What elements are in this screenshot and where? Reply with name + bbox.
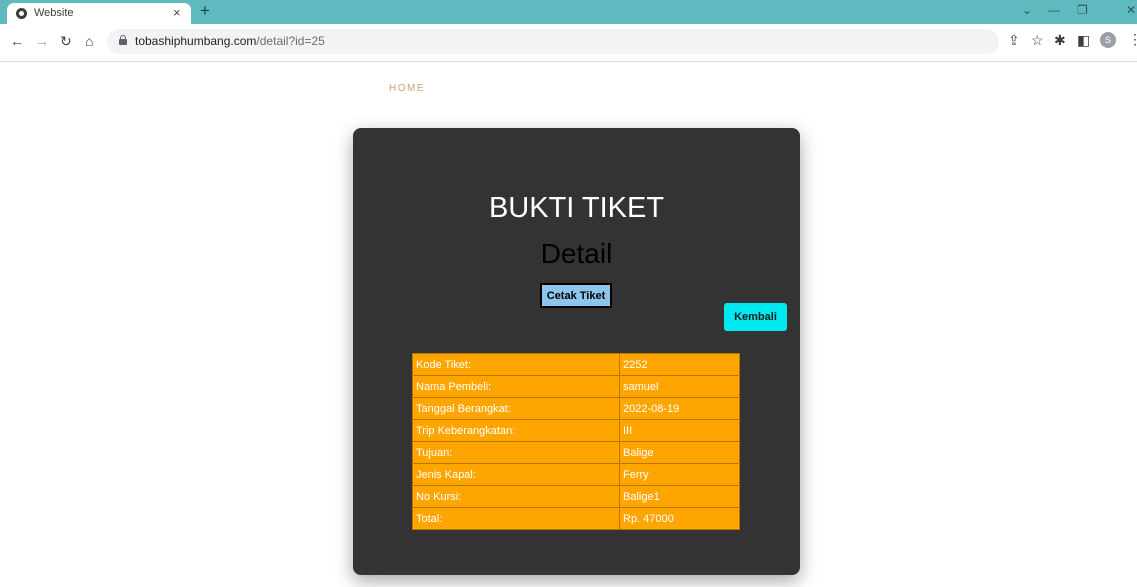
- menu-icon[interactable]: ⋮: [1128, 31, 1137, 48]
- url-domain: tobashiphumbang.com: [135, 34, 257, 48]
- url-path: /detail?id=25: [256, 34, 325, 48]
- ticket-detail-table: Kode Tiket: 2252 Nama Pembeli: samuel Ta…: [412, 353, 740, 530]
- row-value: 2022-08-19: [619, 397, 740, 420]
- extensions-icon[interactable]: ✱: [1054, 32, 1066, 49]
- row-label: Tujuan:: [412, 441, 620, 464]
- table-row: Nama Pembeli: samuel: [412, 375, 740, 398]
- globe-icon: [16, 8, 27, 19]
- table-row: Total: Rp. 47000: [412, 507, 740, 530]
- page-title: BUKTI TIKET: [488, 192, 665, 224]
- home-icon[interactable]: ⌂: [85, 33, 93, 49]
- forward-arrow-icon[interactable]: →: [35, 33, 49, 49]
- browser-tab-strip: Website × + ⌄ — ❐ ✕: [0, 0, 1137, 24]
- row-label: Trip Keberangkatan:: [412, 419, 620, 442]
- row-value: Rp. 47000: [619, 507, 740, 530]
- chevron-down-icon[interactable]: ⌄: [1022, 3, 1032, 17]
- star-icon[interactable]: ☆: [1031, 32, 1044, 49]
- ticket-card: BUKTI TIKET Detail Cetak Tiket Kembali K…: [353, 128, 800, 575]
- table-row: No Kursi: Balige1: [412, 485, 740, 508]
- restore-button[interactable]: ❐: [1077, 3, 1088, 17]
- reload-icon[interactable]: ↻: [60, 33, 72, 50]
- back-arrow-icon[interactable]: ←: [10, 33, 24, 49]
- row-label: Total:: [412, 507, 620, 530]
- row-value: Balige: [619, 441, 740, 464]
- lock-icon[interactable]: [119, 35, 127, 45]
- row-value: III: [619, 419, 740, 442]
- row-value: 2252: [619, 353, 740, 376]
- table-row: Tanggal Berangkat: 2022-08-19: [412, 397, 740, 420]
- profile-avatar[interactable]: S: [1100, 32, 1116, 48]
- row-label: Jenis Kapal:: [412, 463, 620, 486]
- url-text[interactable]: tobashiphumbang.com/detail?id=25: [135, 34, 325, 48]
- tab-title: Website: [34, 7, 74, 19]
- page-subtitle: Detail: [540, 238, 613, 269]
- row-label: Tanggal Berangkat:: [412, 397, 620, 420]
- back-button[interactable]: Kembali: [724, 303, 787, 331]
- row-label: Nama Pembeli:: [412, 375, 620, 398]
- table-row: Jenis Kapal: Ferry: [412, 463, 740, 486]
- table-row: Tujuan: Balige: [412, 441, 740, 464]
- row-value: Balige1: [619, 485, 740, 508]
- address-bar[interactable]: tobashiphumbang.com/detail?id=25: [107, 29, 999, 54]
- row-label: Kode Tiket:: [412, 353, 620, 376]
- browser-tab[interactable]: Website ×: [7, 3, 191, 24]
- browser-toolbar: ← → ↻ ⌂ tobashiphumbang.com/detail?id=25…: [0, 24, 1137, 62]
- row-label: No Kursi:: [412, 485, 620, 508]
- table-row: Trip Keberangkatan: III: [412, 419, 740, 442]
- tab-close-button[interactable]: ×: [173, 5, 181, 20]
- minimize-button[interactable]: —: [1048, 3, 1060, 17]
- share-icon[interactable]: ⇪: [1008, 32, 1020, 49]
- nav-home-link[interactable]: HOME: [389, 83, 425, 94]
- sidebar-icon[interactable]: ◧: [1077, 32, 1090, 49]
- row-value: Ferry: [619, 463, 740, 486]
- row-value: samuel: [619, 375, 740, 398]
- close-window-button[interactable]: ✕: [1126, 3, 1136, 17]
- print-ticket-button[interactable]: Cetak Tiket: [540, 283, 612, 308]
- new-tab-button[interactable]: +: [200, 1, 210, 21]
- table-row: Kode Tiket: 2252: [412, 353, 740, 376]
